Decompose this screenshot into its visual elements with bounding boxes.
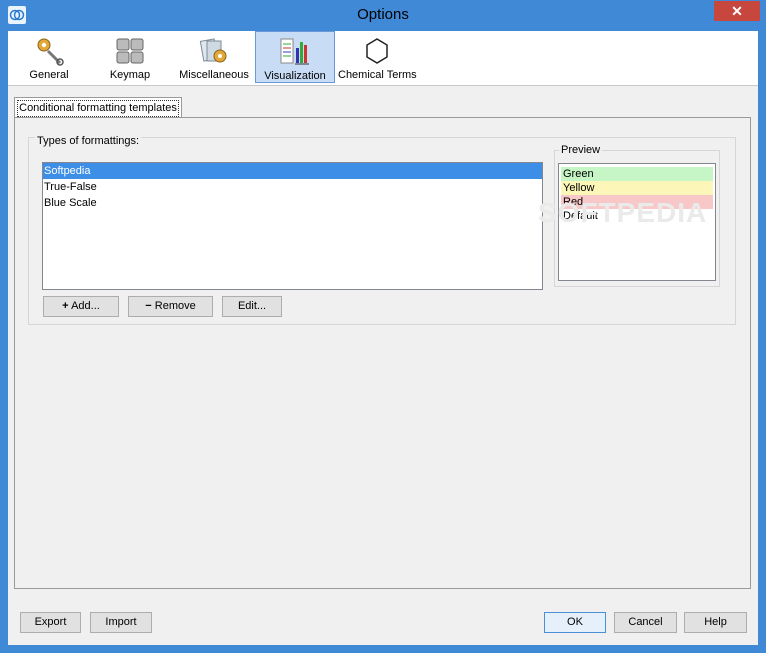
- tab-general-label: General: [29, 69, 69, 81]
- formattings-list[interactable]: Softpedia True-False Blue Scale: [42, 162, 543, 290]
- gear-wrench-icon: [33, 35, 65, 67]
- tab-miscellaneous-label: Miscellaneous: [179, 69, 249, 81]
- remove-button-label: Remove: [154, 300, 196, 312]
- help-button[interactable]: Help: [684, 612, 747, 633]
- window-title: Options: [357, 6, 409, 23]
- list-item[interactable]: Blue Scale: [43, 195, 542, 211]
- preview-item-yellow: Yellow: [561, 181, 713, 195]
- close-button[interactable]: ✕: [714, 1, 760, 21]
- formattings-label: Types of formattings:: [35, 135, 142, 147]
- tab-general[interactable]: General: [18, 31, 80, 83]
- tab-chemical-terms-label: Chemical Terms: [338, 69, 417, 81]
- benzene-ring-icon: [361, 35, 393, 67]
- preview-item-default: Default: [561, 209, 713, 223]
- list-item[interactable]: Softpedia: [43, 163, 542, 179]
- minus-icon: −: [145, 300, 152, 312]
- category-toolbar: General Keymap Miscellaneous Visualizati…: [8, 31, 758, 86]
- preview-label: Preview: [559, 144, 603, 156]
- tab-conditional-formatting-label: Conditional formatting templates: [17, 100, 179, 117]
- options-window: Options ✕ General Keymap Miscellaneous V…: [0, 0, 766, 653]
- tab-visualization[interactable]: Visualization: [255, 31, 335, 83]
- cards-gear-icon: [198, 35, 230, 67]
- tab-miscellaneous[interactable]: Miscellaneous: [178, 31, 250, 83]
- conditional-formatting-panel: Types of formattings: Softpedia True-Fal…: [14, 117, 751, 589]
- add-button[interactable]: + Add...: [43, 296, 119, 317]
- keyboard-icon: [114, 35, 146, 67]
- dialog-client: General Keymap Miscellaneous Visualizati…: [8, 31, 758, 645]
- add-button-label: Add...: [71, 300, 100, 312]
- preview-box: Green Yellow Red Default: [558, 163, 716, 281]
- remove-button[interactable]: − Remove: [128, 296, 213, 317]
- formattings-group: Types of formattings: Softpedia True-Fal…: [28, 135, 736, 325]
- cancel-button[interactable]: Cancel: [614, 612, 677, 633]
- plus-icon: +: [62, 300, 69, 312]
- tab-visualization-label: Visualization: [264, 70, 326, 82]
- tab-conditional-formatting[interactable]: Conditional formatting templates: [14, 97, 182, 118]
- tab-keymap[interactable]: Keymap: [99, 31, 161, 83]
- visualization-chart-icon: [279, 36, 311, 68]
- ok-button[interactable]: OK: [544, 612, 606, 633]
- list-item[interactable]: True-False: [43, 179, 542, 195]
- export-button[interactable]: Export: [20, 612, 81, 633]
- import-button[interactable]: Import: [90, 612, 152, 633]
- edit-button[interactable]: Edit...: [222, 296, 282, 317]
- preview-group: Preview Green Yellow Red Default: [554, 144, 720, 287]
- tab-keymap-label: Keymap: [109, 69, 151, 81]
- tab-chemical-terms[interactable]: Chemical Terms: [338, 31, 417, 83]
- title-bar: Options ✕: [0, 0, 766, 31]
- preview-item-red: Red: [561, 195, 713, 209]
- preview-item-green: Green: [561, 167, 713, 181]
